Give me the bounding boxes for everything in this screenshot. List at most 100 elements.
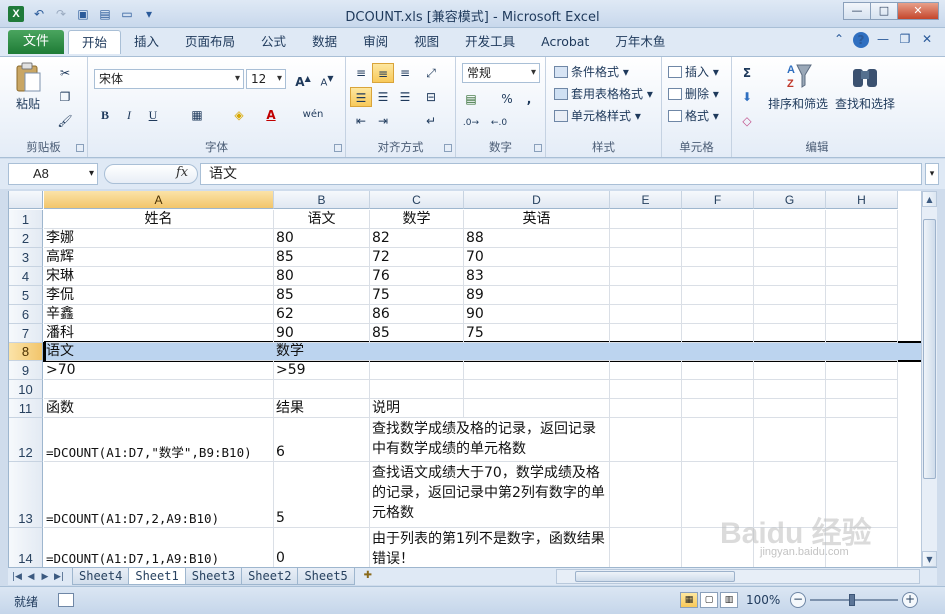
cell-f2[interactable] xyxy=(682,229,754,248)
font-launcher[interactable] xyxy=(334,144,342,152)
tab-acrobat[interactable]: Acrobat xyxy=(528,30,602,54)
cell-c12[interactable]: 查找数学成绩及格的记录，返回记录中有数学成绩的单元格数 xyxy=(370,418,610,462)
cell-g5[interactable] xyxy=(754,286,826,305)
cell-d7[interactable]: 75 xyxy=(464,324,610,343)
zoom-out-icon[interactable]: − xyxy=(790,592,806,608)
cell-c10[interactable] xyxy=(370,380,464,399)
delete-cells-button[interactable]: 删除 ▾ xyxy=(668,85,719,102)
number-launcher[interactable] xyxy=(534,144,542,152)
cell-b10[interactable] xyxy=(274,380,370,399)
cell-a12[interactable]: =DCOUNT(A1:D7,"数学",B9:B10) xyxy=(44,418,274,462)
cell-g4[interactable] xyxy=(754,267,826,286)
cell-b4[interactable]: 80 xyxy=(274,267,370,286)
cell-h9[interactable] xyxy=(826,361,898,380)
percent-button[interactable]: % xyxy=(496,89,518,109)
sort-filter-button[interactable]: A Z 排序和筛选 xyxy=(766,61,830,112)
cell-h8[interactable] xyxy=(826,343,898,361)
cell-e3[interactable] xyxy=(610,248,682,267)
cell-e13[interactable] xyxy=(610,462,682,528)
cell-a10[interactable] xyxy=(44,380,274,399)
clear-icon[interactable]: ◇ xyxy=(736,111,758,131)
cell-h3[interactable] xyxy=(826,248,898,267)
paste-button[interactable]: 粘贴 xyxy=(8,61,48,112)
formula-input[interactable]: 语文 xyxy=(200,163,922,185)
scroll-down-icon[interactable]: ▼ xyxy=(922,551,937,567)
cell-a11[interactable]: 函数 xyxy=(44,399,274,418)
font-size-dropdown[interactable]: 12 xyxy=(246,69,286,89)
cell-c13[interactable]: 查找语文成绩大于70，数学成绩及格的记录，返回记录中第2列有数字的单元格数 xyxy=(370,462,610,528)
align-center-icon[interactable]: ☰ xyxy=(372,87,394,107)
tab-developer[interactable]: 开发工具 xyxy=(452,30,528,54)
cell-c2[interactable]: 82 xyxy=(370,229,464,248)
column-header-h[interactable]: H xyxy=(826,191,898,209)
row-header-12[interactable]: 12 xyxy=(9,418,43,462)
format-as-table-button[interactable]: 套用表格格式 ▾ xyxy=(554,85,653,102)
help-icon[interactable]: ? xyxy=(853,32,869,48)
cell-a13[interactable]: =DCOUNT(A1:D7,2,A9:B10) xyxy=(44,462,274,528)
cell-d10[interactable] xyxy=(464,380,610,399)
row-header-10[interactable]: 10 xyxy=(9,380,43,399)
cell-h1[interactable] xyxy=(826,210,898,229)
insert-sheet-icon[interactable]: ✚ xyxy=(358,568,378,585)
maximize-button[interactable]: □ xyxy=(870,2,898,20)
fill-icon[interactable]: ⬇ xyxy=(736,87,758,107)
column-header-b[interactable]: B xyxy=(274,191,370,209)
horizontal-scrollbar[interactable] xyxy=(556,569,920,584)
currency-icon[interactable]: ▤ xyxy=(460,89,482,109)
cell-e10[interactable] xyxy=(610,380,682,399)
comma-button[interactable]: , xyxy=(518,89,540,109)
cell-e4[interactable] xyxy=(610,267,682,286)
border-icon[interactable]: ▦ xyxy=(186,105,208,125)
select-all-corner[interactable] xyxy=(9,191,43,209)
cell-e5[interactable] xyxy=(610,286,682,305)
expand-formula-bar-icon[interactable]: ▾ xyxy=(925,163,939,185)
cell-e11[interactable] xyxy=(610,399,682,418)
doc-restore-icon[interactable]: ❐ xyxy=(897,32,913,48)
cell-e9[interactable] xyxy=(610,361,682,380)
sheet-tab-sheet1[interactable]: Sheet1 xyxy=(128,568,186,585)
row-header-3[interactable]: 3 xyxy=(9,248,43,267)
bold-button[interactable]: B xyxy=(94,105,116,125)
ribbon-collapse-icon[interactable]: ⌃ xyxy=(831,32,847,48)
cell-c5[interactable]: 75 xyxy=(370,286,464,305)
cell-d2[interactable]: 88 xyxy=(464,229,610,248)
row-header-5[interactable]: 5 xyxy=(9,286,43,305)
copy-icon[interactable]: ❐ xyxy=(54,87,76,107)
row-header-1[interactable]: 1 xyxy=(9,210,43,229)
cell-b14[interactable]: 0 xyxy=(274,528,370,567)
cell-styles-button[interactable]: 单元格样式 ▾ xyxy=(554,107,641,124)
cell-b5[interactable]: 85 xyxy=(274,286,370,305)
row-header-14[interactable]: 14 xyxy=(9,528,43,567)
column-header-a[interactable]: A xyxy=(44,191,274,209)
alignment-launcher[interactable] xyxy=(444,144,452,152)
cell-a4[interactable]: 宋琳 xyxy=(44,267,274,286)
cell-e1[interactable] xyxy=(610,210,682,229)
cell-c4[interactable]: 76 xyxy=(370,267,464,286)
close-button[interactable]: ✕ xyxy=(897,2,939,20)
conditional-format-button[interactable]: 条件格式 ▾ xyxy=(554,63,629,80)
tab-wannianmuyu[interactable]: 万年木鱼 xyxy=(602,30,678,54)
italic-button[interactable]: I xyxy=(118,105,140,125)
cell-e7[interactable] xyxy=(610,324,682,343)
decrease-decimal-icon[interactable]: ←.0 xyxy=(488,113,510,133)
column-header-d[interactable]: D xyxy=(464,191,610,209)
cell-g10[interactable] xyxy=(754,380,826,399)
name-box[interactable]: A8 xyxy=(8,163,98,185)
last-sheet-icon[interactable]: ▶| xyxy=(52,569,66,585)
cell-b8[interactable]: 数学 xyxy=(274,343,370,361)
row-header-2[interactable]: 2 xyxy=(9,229,43,248)
column-header-f[interactable]: F xyxy=(682,191,754,209)
cell-h12[interactable] xyxy=(826,418,898,462)
increase-indent-icon[interactable]: ⇥ xyxy=(372,111,394,131)
cell-c11[interactable]: 说明 xyxy=(370,399,464,418)
cell-c6[interactable]: 86 xyxy=(370,305,464,324)
cell-b1[interactable]: 语文 xyxy=(274,210,370,229)
page-layout-view-icon[interactable]: ▢ xyxy=(700,592,718,608)
column-header-c[interactable]: C xyxy=(370,191,464,209)
cell-e12[interactable] xyxy=(610,418,682,462)
cell-g12[interactable] xyxy=(754,418,826,462)
cell-f12[interactable] xyxy=(682,418,754,462)
row-header-11[interactable]: 11 xyxy=(9,399,43,418)
cell-h4[interactable] xyxy=(826,267,898,286)
cell-f9[interactable] xyxy=(682,361,754,380)
